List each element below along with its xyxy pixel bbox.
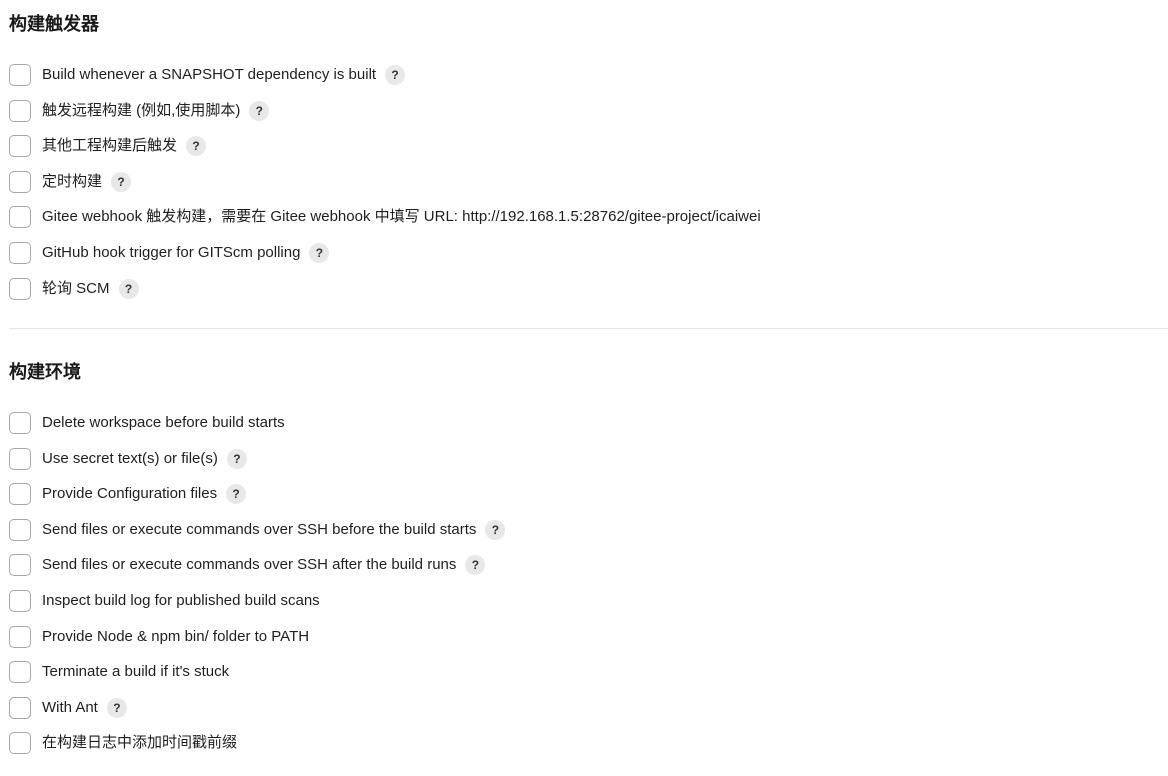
option-checkbox[interactable] (9, 277, 31, 300)
option-label[interactable]: 在构建日志中添加时间戳前缀 (42, 732, 237, 754)
option-checkbox[interactable] (9, 518, 31, 541)
option-checkbox[interactable] (9, 447, 31, 470)
option-row: GitHub hook trigger for GITScm polling? (9, 241, 761, 278)
option-checkbox[interactable] (9, 170, 31, 193)
option-label[interactable]: Delete workspace before build starts (42, 412, 285, 434)
help-icon[interactable]: ? (186, 136, 207, 157)
option-row: Terminate a build if it's stuck (9, 661, 505, 697)
option-row: Send files or execute commands over SSH … (9, 518, 506, 555)
option-checkbox[interactable] (9, 696, 31, 719)
help-icon[interactable]: ? (309, 242, 330, 263)
help-icon[interactable]: ? (226, 484, 247, 505)
option-label[interactable]: Provide Configuration files (42, 483, 217, 505)
help-icon[interactable]: ? (485, 519, 506, 540)
option-row: 其他工程构建后触发? (9, 135, 761, 171)
option-checkbox[interactable] (9, 589, 31, 612)
build-environment-list: Delete workspace before build starts Use … (9, 412, 506, 768)
option-label[interactable]: Provide Node & npm bin/ folder to PATH (42, 626, 309, 648)
option-checkbox[interactable] (9, 241, 31, 264)
help-icon[interactable]: ? (249, 100, 270, 121)
option-row: 定时构建? (9, 170, 761, 207)
help-icon[interactable]: ? (106, 697, 127, 718)
option-row: Inspect build log for published build sc… (9, 589, 505, 626)
option-label[interactable]: GitHub hook trigger for GITScm polling (42, 242, 300, 264)
option-row: Delete workspace before build starts (9, 412, 505, 448)
option-checkbox[interactable] (9, 135, 31, 158)
build-environment-title: 构建环境 (9, 362, 81, 382)
option-row: Gitee webhook 触发构建，需要在 Gitee webhook 中填写… (9, 206, 761, 242)
option-row: 轮询 SCM? (9, 277, 761, 314)
option-label[interactable]: Build whenever a SNAPSHOT dependency is … (42, 64, 376, 86)
option-checkbox[interactable] (9, 483, 31, 506)
option-label[interactable]: 轮询 SCM (42, 278, 110, 300)
option-checkbox[interactable] (9, 732, 31, 755)
section-divider (9, 328, 1168, 329)
option-checkbox[interactable] (9, 64, 31, 86)
option-label[interactable]: Send files or execute commands over SSH … (42, 519, 476, 541)
help-icon[interactable]: ? (465, 555, 486, 576)
option-checkbox[interactable] (9, 99, 31, 122)
option-checkbox[interactable] (9, 206, 31, 229)
option-label[interactable]: 其他工程构建后触发 (42, 135, 177, 157)
option-row: With Ant? (9, 696, 505, 733)
option-label[interactable]: With Ant (42, 697, 98, 719)
option-row: Provide Node & npm bin/ folder to PATH (9, 625, 505, 662)
job-config-page: 构建触发器 Build whenever a SNAPSHOT dependen… (0, 0, 1168, 776)
option-row: Build whenever a SNAPSHOT dependency is … (9, 64, 761, 100)
option-checkbox[interactable] (9, 661, 31, 684)
option-label[interactable]: Inspect build log for published build sc… (42, 590, 320, 612)
build-triggers-list: Build whenever a SNAPSHOT dependency is … (9, 64, 761, 313)
option-row: Use secret text(s) or file(s)? (9, 447, 505, 484)
help-icon[interactable]: ? (385, 65, 406, 85)
option-checkbox[interactable] (9, 412, 31, 434)
help-icon[interactable]: ? (226, 448, 247, 469)
option-row: 在构建日志中添加时间戳前缀 (9, 732, 505, 768)
option-label[interactable]: Gitee webhook 触发构建，需要在 Gitee webhook 中填写… (42, 206, 761, 228)
option-label[interactable]: Terminate a build if it's stuck (42, 661, 229, 683)
option-checkbox[interactable] (9, 554, 31, 577)
help-icon[interactable]: ? (118, 278, 139, 299)
option-row: 触发远程构建 (例如,使用脚本)? (9, 99, 761, 136)
build-triggers-title: 构建触发器 (9, 14, 99, 34)
option-label[interactable]: Use secret text(s) or file(s) (42, 448, 218, 470)
option-label[interactable]: 定时构建 (42, 171, 102, 193)
option-label[interactable]: 触发远程构建 (例如,使用脚本) (42, 100, 240, 122)
option-checkbox[interactable] (9, 625, 31, 648)
help-icon[interactable]: ? (111, 171, 132, 192)
option-row: Provide Configuration files? (9, 483, 505, 519)
option-row: Send files or execute commands over SSH … (9, 554, 505, 590)
option-label[interactable]: Send files or execute commands over SSH … (42, 554, 456, 576)
